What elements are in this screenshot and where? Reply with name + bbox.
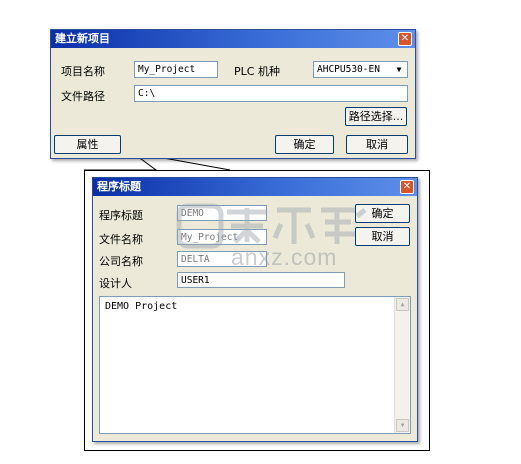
file-path-label: 文件路径 — [61, 90, 105, 103]
ok-button[interactable]: 确定 — [355, 204, 410, 223]
plc-model-label: PLC 机种 — [234, 65, 280, 78]
description-textarea[interactable]: DEMO Project ▲ ▼ — [99, 296, 411, 434]
cancel-button[interactable]: 取消 — [346, 135, 408, 154]
project-name-label: 项目名称 — [61, 65, 105, 78]
scroll-down-icon[interactable]: ▼ — [396, 419, 409, 432]
program-title-label: 程序标题 — [99, 209, 143, 222]
new-project-title: 建立新项目 — [55, 32, 110, 45]
browse-path-button[interactable]: 路径选择... — [345, 107, 407, 126]
description-text: DEMO Project — [105, 301, 178, 312]
properties-button[interactable]: 属性 — [54, 135, 121, 154]
new-project-dialog: 建立新项目 ✕ 项目名称 My_Project PLC 机种 AHCPU530-… — [50, 29, 416, 159]
project-name-input[interactable]: My_Project — [134, 61, 218, 78]
company-label: 公司名称 — [99, 255, 143, 268]
scroll-up-icon[interactable]: ▲ — [396, 298, 409, 311]
program-title-dialog: 程序标题 ✕ 程序标题 DEMO 文件名称 My_Project 公司名称 DE… — [92, 177, 418, 442]
plc-model-value: AHCPU530-EN — [317, 64, 380, 75]
file-name-input[interactable]: My_Project — [177, 229, 267, 245]
ok-button[interactable]: 确定 — [275, 135, 334, 154]
cancel-button[interactable]: 取消 — [355, 227, 410, 246]
close-icon[interactable]: ✕ — [400, 180, 414, 194]
designer-input[interactable]: USER1 — [177, 272, 345, 288]
vertical-scrollbar[interactable]: ▲ ▼ — [394, 297, 410, 433]
program-title-input[interactable]: DEMO — [177, 205, 267, 221]
company-input[interactable]: DELTA — [177, 251, 267, 267]
new-project-titlebar: 建立新项目 ✕ — [51, 30, 415, 48]
program-title-title: 程序标题 — [97, 180, 141, 193]
close-icon[interactable]: ✕ — [398, 32, 412, 46]
designer-label: 设计人 — [99, 277, 132, 290]
plc-model-select[interactable]: AHCPU530-EN ▼ — [313, 61, 408, 78]
chevron-down-icon[interactable]: ▼ — [392, 63, 406, 77]
file-name-label: 文件名称 — [99, 233, 143, 246]
program-title-titlebar: 程序标题 ✕ — [93, 178, 417, 196]
file-path-input[interactable]: C:\ — [134, 85, 408, 102]
